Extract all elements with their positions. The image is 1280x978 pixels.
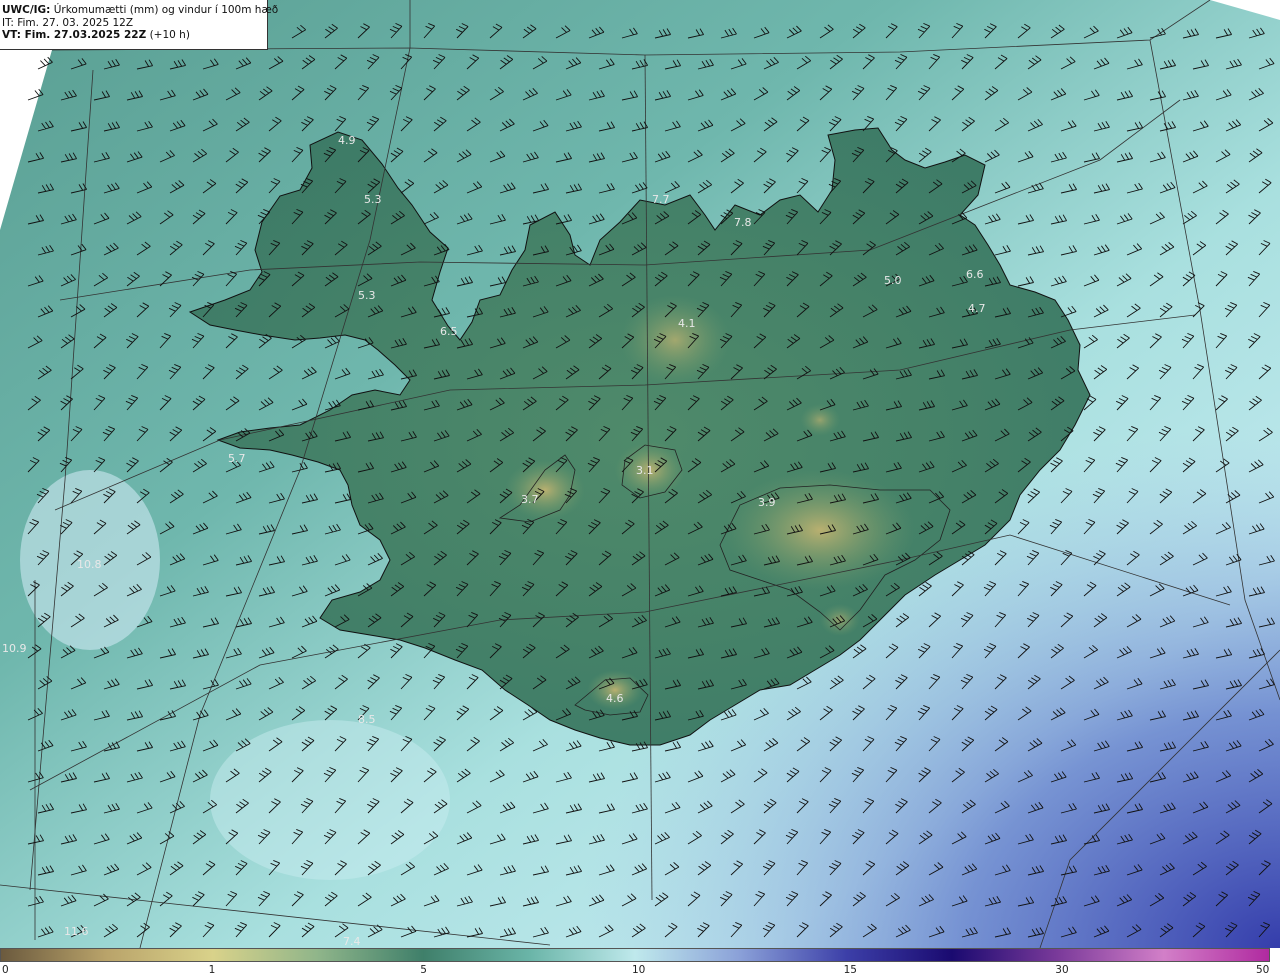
- map-value-label: 4.6: [606, 692, 624, 705]
- map-info-box: UWC/IG: Úrkomumætti (mm) og vindur í 100…: [0, 0, 278, 50]
- colorbar-tick-label: 1: [208, 964, 216, 976]
- map-value-label: 7.8: [734, 216, 752, 229]
- map-value-label: 4.1: [678, 317, 696, 330]
- map-value-label: 5.3: [358, 289, 376, 302]
- colorbar-tick-label: 5: [420, 964, 427, 976]
- precipitation-wind-map: 4.9 5.3 5.3 6.5 5.7 7.7 7.8 4.1 5.0 6.6 …: [0, 0, 1280, 948]
- map-value-label: 5.7: [228, 452, 246, 465]
- map-value-label: 4.7: [968, 302, 986, 315]
- map-value-label: 3.9: [758, 496, 776, 509]
- colorbar-tick-label: 10: [632, 964, 646, 976]
- colorbar: 0 1 5 10 15 30 50: [0, 948, 1280, 978]
- map-value-label: 11.6: [64, 925, 89, 938]
- model-label: UWC/IG:: [2, 4, 51, 16]
- init-time: IT: Fim. 27. 03. 2025 12Z: [2, 16, 134, 29]
- colorbar-tick-label: 15: [843, 964, 857, 976]
- map-value-label: 4.9: [338, 134, 356, 147]
- map-value-label: 3.1: [636, 464, 654, 477]
- map-value-label: 7.4: [343, 935, 361, 948]
- map-value-label: 8.5: [358, 713, 376, 726]
- colorbar-tick-label: 0: [2, 964, 9, 976]
- map-value-label: 5.3: [364, 193, 382, 206]
- map-value-label: 7.7: [652, 193, 670, 206]
- map-value-label: 5.0: [884, 274, 902, 287]
- lead-time: (+10 h): [149, 29, 190, 41]
- map-value-label: 10.8: [77, 558, 102, 571]
- valid-time: VT: Fim. 27.03.2025 22Z: [2, 29, 147, 41]
- title-row: UWC/IG: Úrkomumætti (mm) og vindur í 100…: [2, 4, 278, 17]
- colorbar-tick-label: 30: [1055, 964, 1069, 976]
- colorbar-tick-label: 50: [1256, 964, 1270, 976]
- map-value-label: 6.6: [966, 268, 984, 281]
- valid-time-row: VT: Fim. 27.03.2025 22Z (+10 h): [2, 29, 267, 42]
- map-value-label: 3.7: [521, 493, 539, 506]
- map-title: Úrkomumætti (mm) og vindur í 100m hæð: [53, 4, 279, 16]
- colorbar-strip: [0, 948, 1280, 962]
- map-value-label: 6.5: [440, 325, 458, 338]
- map-value-label: 10.9: [2, 642, 27, 655]
